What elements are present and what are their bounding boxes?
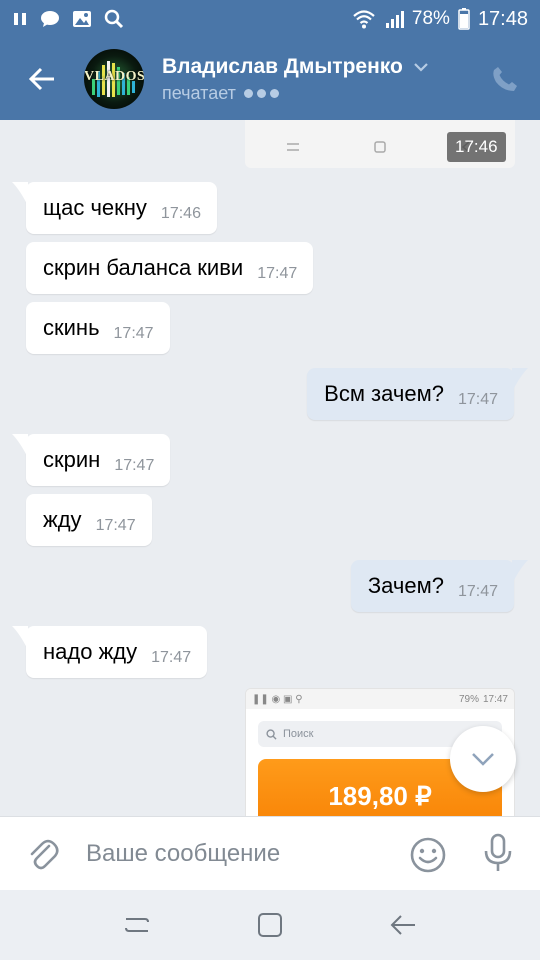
bubble-tail (12, 626, 28, 650)
screenshot-time: 17:47 (482, 693, 508, 705)
paperclip-icon (30, 839, 59, 869)
message-bubble-in[interactable]: скрин баланса киви 17:47 (26, 242, 314, 294)
message-time: 17:47 (151, 649, 192, 666)
search-icon (266, 728, 277, 740)
message-time: 17:47 (95, 517, 136, 534)
contact-status: печатает (162, 82, 236, 103)
message-bubble-in[interactable]: жду 17:47 (26, 494, 152, 546)
chat-title-area[interactable]: Владислав Дмытренко печатает (162, 55, 429, 104)
system-back-button[interactable] (383, 905, 423, 945)
recent-apps-icon (287, 143, 299, 151)
emoji-button[interactable] (408, 835, 448, 875)
message-bubble-out[interactable]: Всм зачем? 17:47 (307, 368, 528, 420)
home-icon (374, 141, 386, 153)
battery-percent: 78% (411, 8, 450, 29)
typing-indicator-icon (243, 88, 279, 98)
gallery-icon (72, 10, 92, 28)
bubble-tail (512, 368, 528, 392)
avatar[interactable]: VLADOS (84, 49, 144, 109)
avatar-logo-text: VLADOS (84, 69, 144, 84)
microphone-icon (484, 833, 512, 871)
message-time: 17:46 (447, 132, 506, 162)
screenshot-search-placeholder: Поиск (283, 728, 314, 740)
message-bubble-in[interactable]: щас чекну 17:46 (12, 182, 217, 234)
message-text: жду (43, 507, 82, 532)
message-time: 17:47 (114, 457, 155, 474)
contact-name: Владислав Дмытренко (162, 54, 403, 78)
home-icon (257, 913, 282, 937)
message-time: 17:47 (113, 325, 154, 342)
phone-icon (493, 67, 517, 91)
message-text: скрин (43, 447, 101, 472)
chat-header: VLADOS Владислав Дмытренко печатает (0, 38, 540, 120)
back-button[interactable] (0, 38, 84, 120)
message-bubble-in[interactable]: надо жду 17:47 (12, 626, 208, 678)
scroll-down-button[interactable] (450, 726, 516, 792)
signal-icon (384, 9, 404, 29)
message-bubble-out[interactable]: Зачем? 17:47 (350, 560, 528, 612)
back-icon (390, 915, 416, 935)
message-time: 17:47 (457, 391, 498, 408)
clock: 17:48 (477, 7, 528, 30)
screenshot-status-icons: ❚❚ ◉ ▣ ⚲ (252, 693, 303, 705)
status-bar: 78% 17:48 (0, 0, 540, 38)
system-nav-bar (0, 890, 540, 960)
battery-icon (458, 8, 470, 30)
message-text: надо жду (43, 639, 138, 664)
message-time: 17:47 (457, 583, 498, 600)
recent-apps-icon (124, 918, 149, 932)
home-button[interactable] (250, 905, 290, 945)
wifi-icon (352, 9, 376, 29)
message-text: скрин баланса киви (43, 255, 244, 280)
screenshot-battery: 79% (458, 693, 479, 705)
message-list[interactable]: 17:46 щас чекну 17:46 скрин баланса киви… (0, 120, 540, 816)
recent-apps-button[interactable] (117, 905, 157, 945)
pause-icon (12, 11, 28, 27)
message-text: щас чекну (43, 195, 147, 220)
message-time: 17:46 (160, 205, 201, 222)
chevron-down-icon (414, 62, 428, 72)
message-composer (0, 816, 540, 890)
back-arrow-icon (28, 67, 54, 91)
message-input[interactable] (86, 839, 396, 868)
message-icon (40, 10, 60, 28)
screenshot-status-bar: ❚❚ ◉ ▣ ⚲ 79% 17:47 (246, 689, 514, 709)
call-button[interactable] (490, 64, 520, 94)
message-text: Зачем? (367, 573, 444, 598)
bubble-tail (512, 560, 528, 584)
search-icon (104, 9, 124, 29)
screenshot-balance-amount: 189,80 ₽ (328, 781, 432, 811)
voice-message-button[interactable] (482, 831, 514, 875)
attach-button[interactable] (0, 817, 86, 891)
chevron-down-icon (472, 753, 494, 766)
smiley-icon (410, 837, 446, 873)
bubble-tail (12, 182, 28, 206)
message-text: Всм зачем? (324, 381, 444, 406)
bubble-tail (12, 434, 28, 458)
message-bubble-in[interactable]: скрин 17:47 (12, 434, 171, 486)
message-time: 17:47 (257, 265, 298, 282)
message-bubble-in[interactable]: скинь 17:47 (26, 302, 170, 354)
message-text: скинь (43, 315, 100, 340)
